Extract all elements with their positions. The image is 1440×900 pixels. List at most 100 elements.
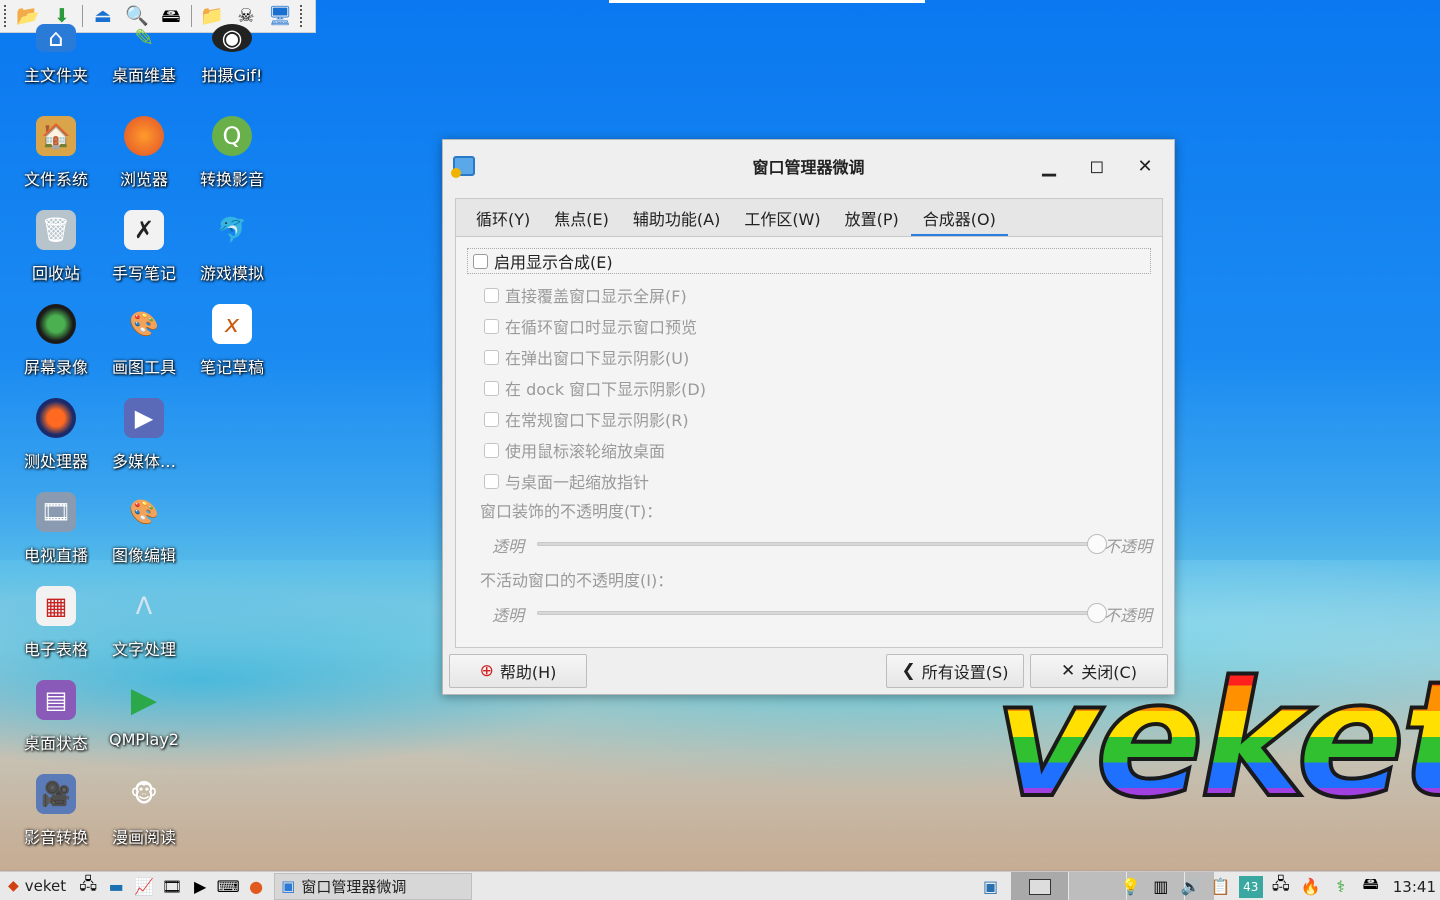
compositor-panel: 启用显示合成(E) 直接覆盖窗口显示全屏(F) 在循环窗口时显示窗口预览 在弹出… (455, 236, 1163, 648)
desktop-switch-icon[interactable]: ▣ (970, 872, 1010, 900)
all-settings-label: 所有设置(S) (921, 663, 1009, 682)
terminal-icon[interactable]: ⌨ (216, 875, 240, 897)
desktop-icon-screen-recorder[interactable]: 屏幕录像 (12, 304, 100, 394)
desktop-icon-label: 屏幕录像 (23, 358, 88, 377)
grip-handle[interactable] (300, 5, 304, 27)
clipboard-icon[interactable]: 📋 (1209, 876, 1233, 898)
desktop-icon-label: 图像编辑 (111, 546, 176, 565)
desktop-icon-paint[interactable]: 🎨 画图工具 (100, 304, 188, 394)
temperature-badge[interactable]: 43 (1238, 875, 1263, 898)
option-label: 直接覆盖窗口显示全屏(F) (505, 287, 687, 306)
decor-opacity-label: 窗口装饰的不透明度(T)： (480, 502, 663, 521)
enable-compositing-checkbox[interactable] (473, 253, 488, 269)
close-button[interactable]: ✕ 关闭(C) (1030, 654, 1168, 688)
option-checkbox (484, 473, 499, 489)
tab-accessibility[interactable]: 辅助功能(A) (621, 199, 732, 236)
volume-icon[interactable]: 🔊 (1179, 876, 1203, 898)
clock[interactable]: 13:41 (1393, 878, 1436, 896)
desktop-icon-label: 回收站 (31, 264, 80, 283)
option-zoom-desktop: 使用鼠标滚轮缩放桌面 (484, 438, 665, 462)
firefox-icon[interactable]: ● (244, 875, 268, 897)
close-window-button[interactable]: ✕ (1131, 153, 1159, 179)
enable-compositing-row[interactable]: 启用显示合成(E) (467, 248, 1151, 274)
desktop-icon-games[interactable]: 🐬 游戏模拟 (188, 210, 276, 300)
desktop-icon-label: 电视直播 (23, 546, 88, 565)
desktop-icon-gif[interactable]: ◉ 拍摄Gif! (188, 24, 276, 114)
taskbar-task-wm-tweaks[interactable]: ▣ 窗口管理器微调 (274, 872, 473, 900)
option-dock-shadow: 在 dock 窗口下显示阴影(D) (484, 376, 706, 400)
desktop-icon-word-processor[interactable]: Λ 文字处理 (100, 586, 188, 676)
minimize-button[interactable]: ▁ (1035, 153, 1063, 179)
desktop-icon-multimedia[interactable]: ▶ 多媒体… (100, 398, 188, 488)
drive-icon[interactable]: 🖴 (1359, 874, 1383, 898)
player-icon[interactable]: ▶ (188, 875, 212, 897)
desktop-icon-image-editor[interactable]: 🎨 图像编辑 (100, 492, 188, 582)
slider-track (537, 611, 1097, 615)
desktop-icon-converter[interactable]: Q 转换影音 (188, 116, 276, 206)
screen-recorder-icon (36, 304, 76, 344)
desktop-icon-label: 漫画阅读 (111, 828, 176, 847)
desktop-icon-label: 桌面维基 (111, 66, 176, 85)
desktop-icon-comic[interactable]: 🐵 漫画阅读 (100, 774, 188, 864)
option-label: 与桌面一起缩放指针 (505, 473, 650, 492)
network-icon[interactable]: 🖧 (76, 874, 100, 897)
inactive-opacity-slider: 透明 不透明 (492, 600, 1152, 625)
desktop-icon-label: 浏览器 (119, 170, 168, 189)
all-settings-button[interactable]: ❮ 所有设置(S) (886, 654, 1024, 688)
cpu-test-icon (36, 398, 76, 438)
show-desktop-icon[interactable]: ▬ (104, 875, 128, 897)
desktop-icon-label: 多媒体… (111, 452, 176, 471)
network-status-icon[interactable]: 🖧 (1269, 874, 1293, 898)
top-panel-strip (609, 0, 925, 3)
desktop-icon-label: 笔记草稿 (199, 358, 264, 377)
desktop-icon-desktop-status[interactable]: ▤ 桌面状态 (12, 680, 100, 770)
video-convert-icon: 🎥 (36, 774, 76, 814)
dna-icon[interactable]: ⚕ (1329, 876, 1353, 898)
comic-reader-icon: 🐵 (130, 780, 158, 808)
system-monitor-icon[interactable]: 📈 (132, 875, 156, 897)
chevron-left-icon: ❮ (901, 661, 916, 681)
desktop-icon-tv[interactable]: 🎞 电视直播 (12, 492, 100, 582)
lightbulb-icon[interactable]: 💡 (1119, 876, 1143, 898)
desktop-icon-browser[interactable]: 浏览器 (100, 116, 188, 206)
firewall-icon[interactable]: 🔥 (1299, 876, 1323, 898)
desktop-icon-handwriting[interactable]: ✗ 手写笔记 (100, 210, 188, 300)
start-menu-button[interactable]: ◆ veket (0, 877, 74, 895)
slider-min-label: 透明 (492, 606, 525, 625)
help-button[interactable]: ⊕ 帮助(H) (449, 654, 587, 688)
spreadsheet-icon: ▦ (36, 586, 76, 626)
slider-min-label: 透明 (492, 537, 525, 556)
desktop-icon-home[interactable]: ⌂ 主文件夹 (12, 24, 100, 114)
maximize-button[interactable]: ◻ (1083, 153, 1111, 179)
desktop-icon-trash[interactable]: 🗑 回收站 (12, 210, 100, 300)
cpu-graph-icon[interactable]: ▥ (1149, 876, 1173, 898)
tab-compositor[interactable]: 合成器(O) (910, 199, 1008, 237)
decor-opacity-slider: 透明 不透明 (492, 531, 1152, 556)
desktop-icon-filesystem[interactable]: 🏠 文件系统 (12, 116, 100, 206)
option-zoom-pointer: 与桌面一起缩放指针 (484, 469, 649, 493)
tab-focus[interactable]: 焦点(E) (542, 199, 621, 236)
desktop-icon-video-convert[interactable]: 🎥 影音转换 (12, 774, 100, 864)
tab-cycling[interactable]: 循环(Y) (464, 199, 542, 236)
workspace-1[interactable] (1010, 872, 1068, 900)
enable-compositing-label: 启用显示合成(E) (494, 253, 613, 272)
slider-max-label: 不透明 (1103, 537, 1152, 556)
option-label: 使用鼠标滚轮缩放桌面 (505, 442, 666, 461)
desktop-icon-notes[interactable]: x 笔记草稿 (188, 304, 276, 394)
option-checkbox (484, 287, 499, 303)
desktop-icon-wiki[interactable]: ✎ 桌面维基 (100, 24, 188, 114)
tab-workspaces[interactable]: 工作区(W) (732, 199, 832, 236)
tab-placement[interactable]: 放置(P) (833, 199, 911, 236)
desktop-icon-label: 拍摄Gif! (201, 66, 263, 85)
trash-icon: 🗑 (36, 210, 76, 250)
option-checkbox (484, 318, 499, 334)
desktop-icon-qmplay[interactable]: ▶ QMPlay2 (100, 680, 188, 770)
notes-icon: x (212, 304, 252, 344)
desktop-icon-cpu-test[interactable]: 测处理器 (12, 398, 100, 488)
media-icon[interactable]: 🎞 (160, 875, 184, 897)
qmplay-icon: ▶ (130, 680, 158, 720)
desktop-icon-label: 电子表格 (23, 640, 88, 659)
grip-handle[interactable] (4, 5, 8, 27)
desktop-icon-spreadsheet[interactable]: ▦ 电子表格 (12, 586, 100, 676)
window-titlebar[interactable]: 窗口管理器微调 ▁ ◻ ✕ (443, 140, 1174, 192)
